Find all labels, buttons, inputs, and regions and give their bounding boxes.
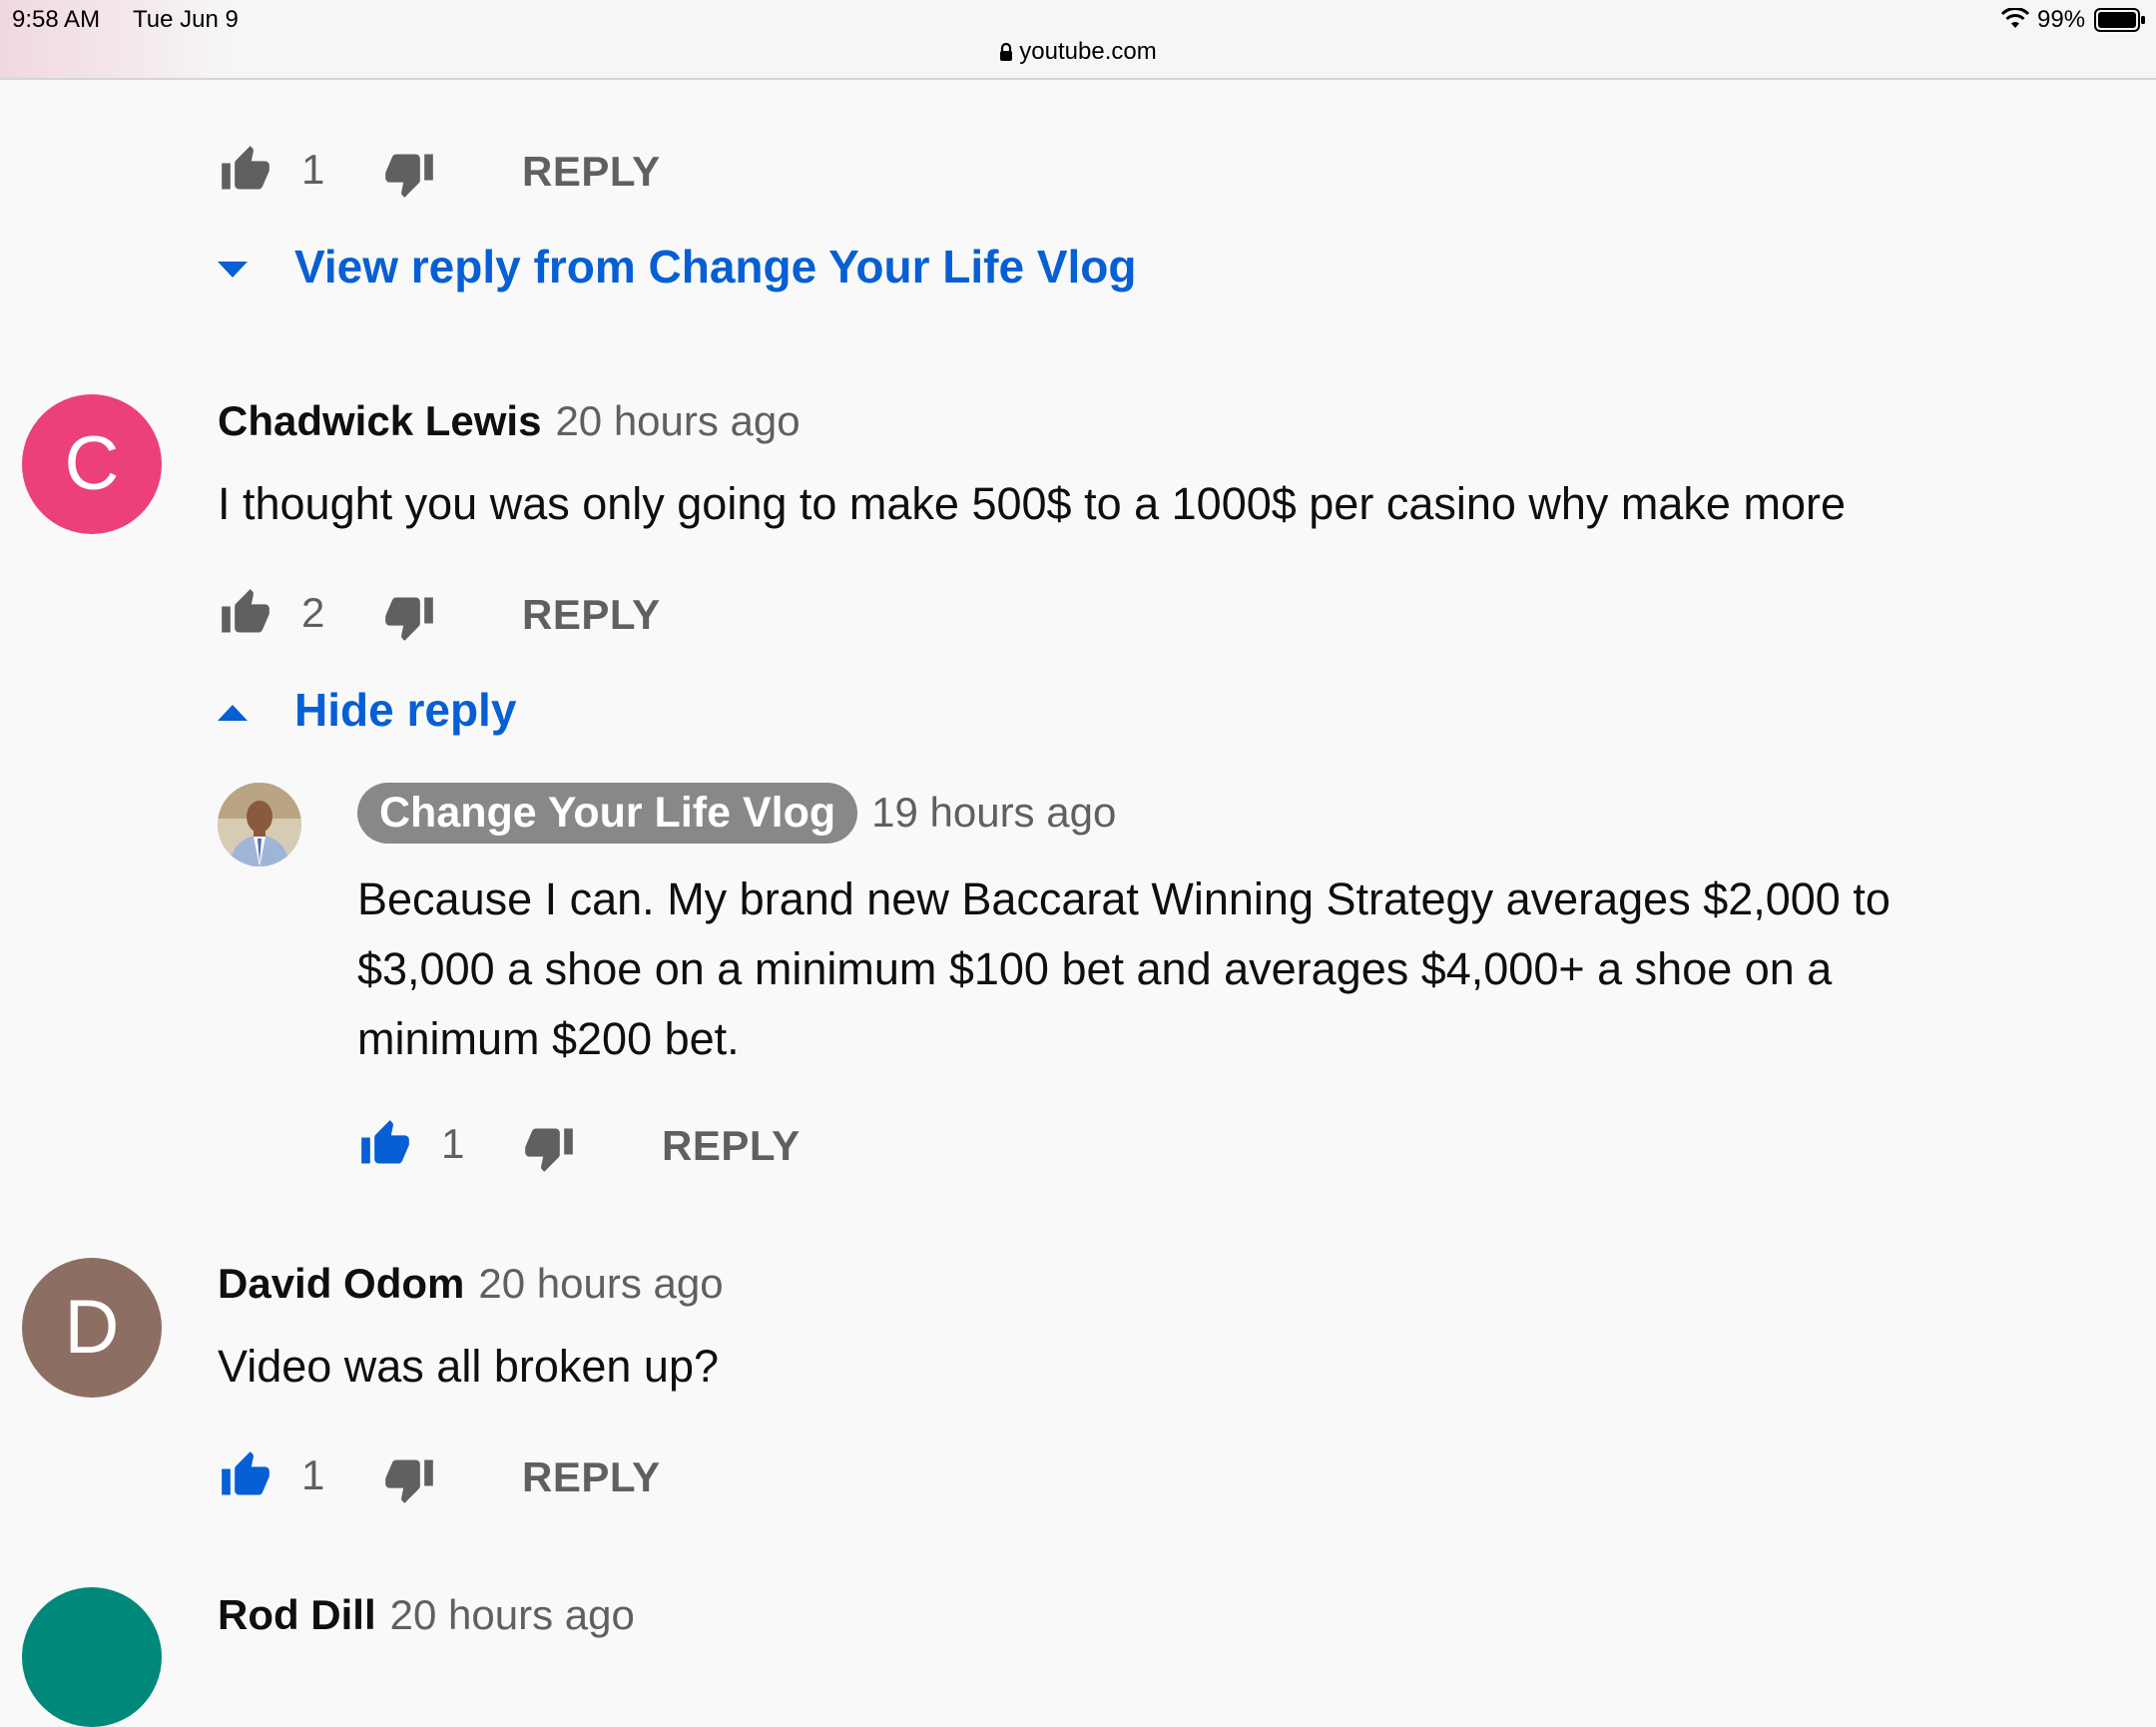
reply-text-line: Because I can. My brand new Baccarat Win… <box>357 873 1890 924</box>
status-time: 9:58 AM <box>12 6 101 33</box>
reply-header: Change Your Life Vlog 19 hours ago <box>357 783 1116 844</box>
reply-text: Because I can. My brand new Baccarat Win… <box>357 864 1890 1074</box>
battery-percent: 99% <box>2037 6 2086 33</box>
comment-time[interactable]: 20 hours ago <box>555 397 800 444</box>
reply-text-line: minimum $200 bet. <box>357 1013 740 1064</box>
thumbs-down-icon[interactable] <box>521 1122 577 1179</box>
url-text: youtube.com <box>1019 38 1157 65</box>
channel-avatar[interactable] <box>218 783 301 866</box>
thumbs-down-icon[interactable] <box>381 1453 437 1510</box>
comment-author[interactable]: David Odom <box>218 1260 464 1307</box>
wifi-icon <box>2000 7 2030 35</box>
comment-text: Video was all broken up? <box>218 1341 720 1392</box>
thumbs-up-icon[interactable] <box>357 1118 413 1175</box>
lock-icon <box>1000 42 1013 61</box>
comment-header: David Odom 20 hours ago <box>218 1260 724 1308</box>
reply-button[interactable]: REPLY <box>522 1453 661 1501</box>
reply-time[interactable]: 19 hours ago <box>871 789 1116 836</box>
battery-icon <box>2094 8 2146 37</box>
avatar[interactable]: D <box>22 1258 162 1398</box>
view-reply-link[interactable]: View reply from Change Your Life Vlog <box>294 240 1137 293</box>
like-count: 2 <box>301 589 325 636</box>
avatar[interactable]: C <box>22 394 162 534</box>
comment-author[interactable]: Rod Dill <box>218 1591 376 1638</box>
thumbs-up-icon[interactable] <box>218 587 273 644</box>
like-count: 1 <box>441 1120 465 1167</box>
thumbs-down-icon[interactable] <box>381 148 437 205</box>
reply-button[interactable]: REPLY <box>522 148 661 196</box>
comment-time[interactable]: 20 hours ago <box>478 1260 723 1307</box>
reply-text-line: $3,000 a shoe on a minimum $100 bet and … <box>357 943 1833 994</box>
hide-reply-link[interactable]: Hide reply <box>294 683 516 737</box>
like-count: 1 <box>301 146 325 193</box>
reply-button[interactable]: REPLY <box>522 591 661 639</box>
comment-header: Chadwick Lewis 20 hours ago <box>218 397 801 445</box>
comment-time[interactable]: 20 hours ago <box>390 1591 635 1638</box>
thumbs-down-icon[interactable] <box>381 591 437 648</box>
reply-button[interactable]: REPLY <box>662 1122 801 1170</box>
thumbs-up-icon[interactable] <box>218 144 273 201</box>
like-count: 1 <box>301 1451 325 1498</box>
avatar[interactable] <box>22 1587 162 1727</box>
caret-down-icon[interactable] <box>218 262 248 283</box>
status-date: Tue Jun 9 <box>133 6 239 33</box>
thumbs-up-icon[interactable] <box>218 1449 273 1506</box>
browser-top-bar: 9:58 AM Tue Jun 9 99% youtube.com <box>0 0 2156 80</box>
channel-avatar-image <box>218 783 301 866</box>
channel-owner-badge[interactable]: Change Your Life Vlog <box>357 783 858 844</box>
comment-text: I thought you was only going to make 500… <box>218 478 1846 529</box>
caret-up-icon[interactable] <box>218 705 248 726</box>
comment-author[interactable]: Chadwick Lewis <box>218 397 541 444</box>
address-bar[interactable]: youtube.com <box>0 38 2156 66</box>
comment-header: Rod Dill 20 hours ago <box>218 1591 635 1639</box>
